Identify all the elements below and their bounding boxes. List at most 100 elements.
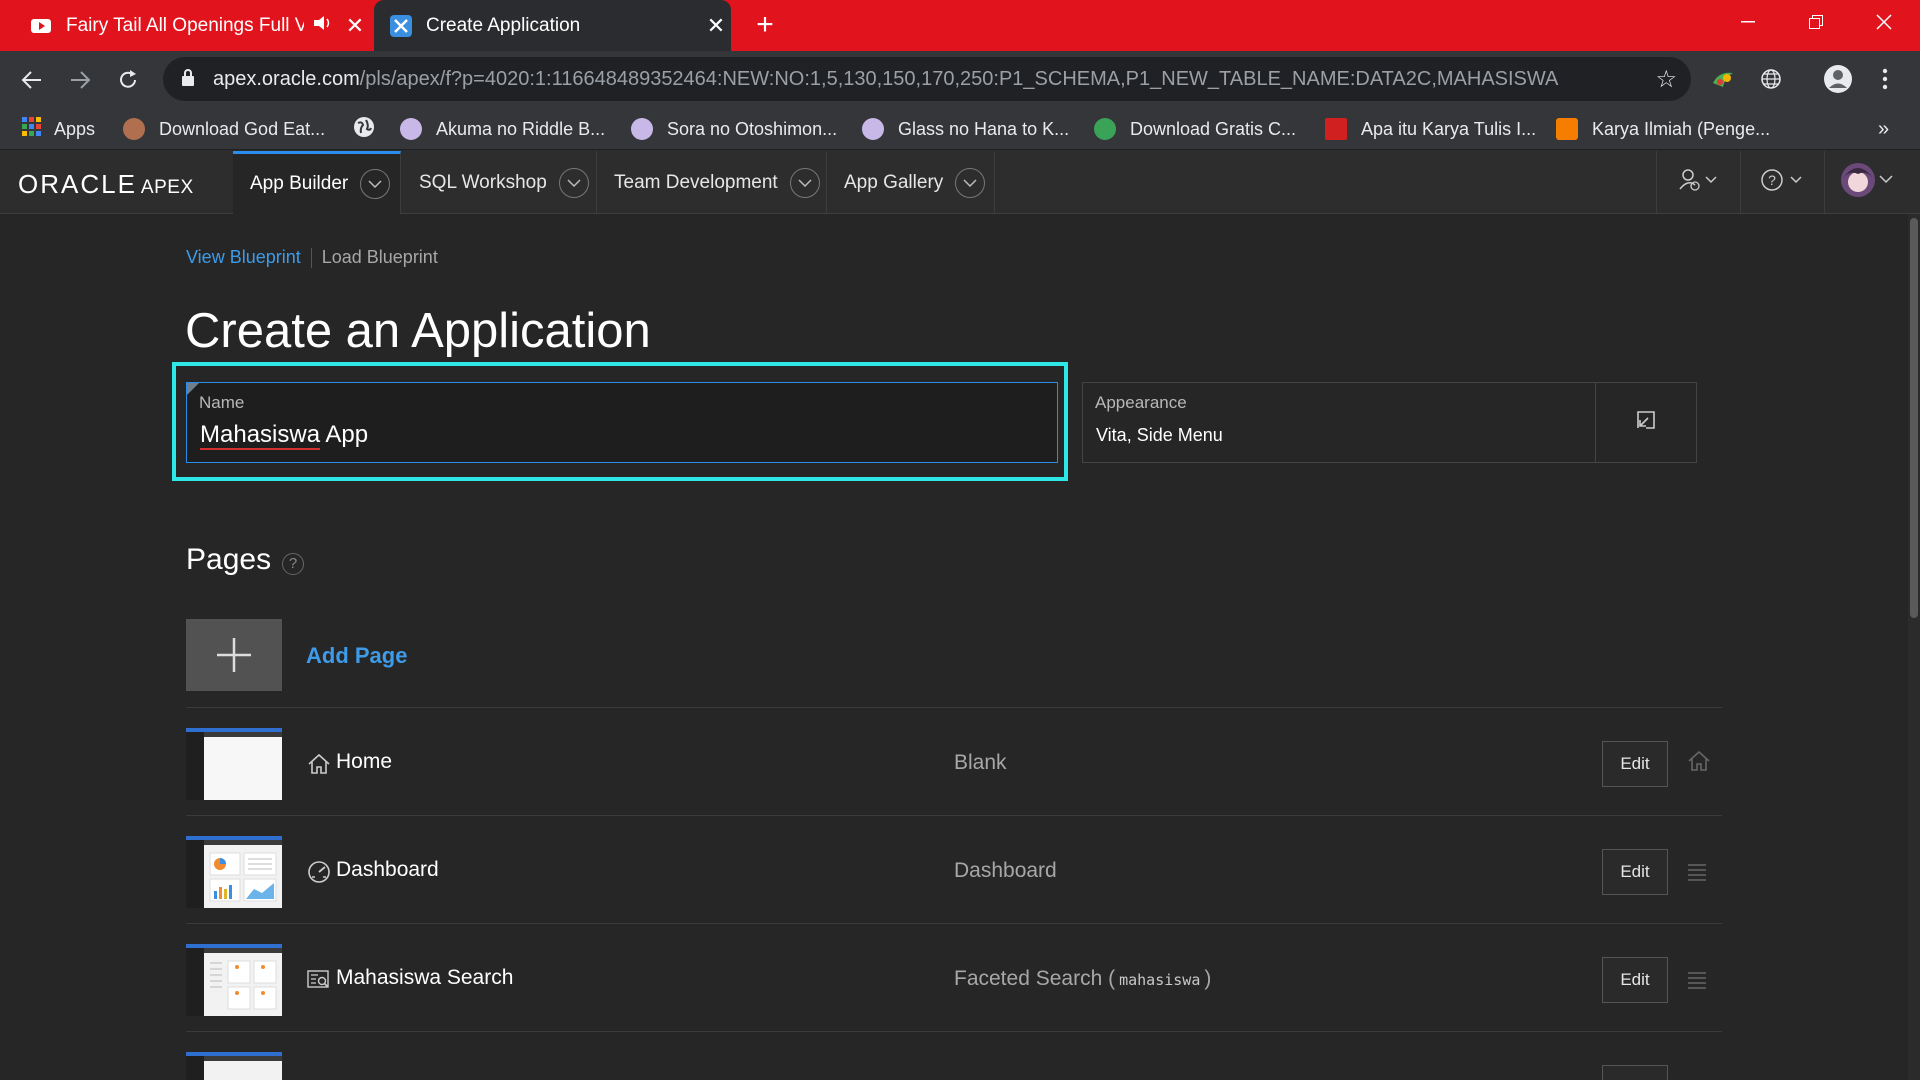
chevron-down-icon[interactable] [558, 167, 589, 198]
site-favicon-icon [123, 118, 145, 140]
bookmark-item[interactable]: Karya Ilmiah (Penge... [1556, 116, 1770, 142]
tab-team-development[interactable]: Team Development [597, 151, 827, 214]
close-tab-icon[interactable]: ✕ [340, 13, 370, 39]
site-favicon-icon [1325, 118, 1347, 140]
open-dialog-icon [1634, 408, 1658, 437]
page-name: Mahasiswa Search [336, 966, 514, 989]
app-name-field[interactable]: Name Mahasiswa App [186, 382, 1058, 463]
view-blueprint-link[interactable]: View Blueprint [186, 247, 301, 267]
bookmarks-bar: Apps Download God Eat... Akuma no Riddle… [0, 108, 1920, 150]
edit-page-button[interactable]: Edit [1602, 741, 1668, 787]
url-text: apex.oracle.com/pls/apex/f?p=4020:1:1166… [213, 68, 1559, 90]
globe-icon[interactable] [1755, 63, 1787, 95]
close-window-icon[interactable] [1850, 0, 1918, 44]
site-favicon-icon [400, 118, 422, 140]
browser-tab-create-application[interactable]: Create Application ✕ [374, 0, 731, 51]
appearance-field[interactable]: Appearance Vita, Side Menu [1082, 382, 1596, 463]
address-bar[interactable]: apex.oracle.com/pls/apex/f?p=4020:1:1166… [163, 57, 1691, 101]
help-menu-button[interactable]: ? [1740, 151, 1824, 214]
page-title: Create an Application [185, 304, 651, 358]
restore-icon[interactable] [1782, 0, 1850, 44]
chevron-down-icon[interactable] [360, 169, 391, 199]
site-favicon-icon [862, 118, 884, 140]
bookmark-item[interactable]: Download Gratis C... [1094, 116, 1296, 142]
faceted-search-thumbnail [186, 944, 282, 1016]
more-bookmarks-chevron[interactable]: » [1878, 116, 1889, 142]
new-tab-button[interactable]: + [748, 8, 782, 42]
blueprint-links: View Blueprint Load Blueprint [186, 247, 438, 269]
page-type: Dashboard [954, 859, 1057, 882]
bookmark-item[interactable]: Glass no Hana to K... [862, 116, 1069, 142]
scrollbar-thumb[interactable] [1910, 218, 1918, 618]
bookmark-star-icon[interactable]: ☆ [1655, 65, 1677, 94]
name-label: Name [199, 393, 245, 412]
plus-icon [217, 638, 251, 672]
bookmark-item[interactable]: Akuma no Riddle B... [400, 116, 605, 142]
apex-icon [390, 14, 412, 37]
page-row [186, 1031, 1722, 1080]
dashboard-thumbnail [186, 836, 282, 908]
edit-page-button[interactable] [1602, 1065, 1668, 1080]
page-name: Home [336, 750, 393, 773]
reload-icon[interactable] [110, 62, 146, 98]
drag-handle-icon[interactable] [1686, 856, 1712, 886]
speaker-icon[interactable] [312, 14, 332, 38]
forward-arrow-icon[interactable] [62, 62, 98, 98]
help-icon[interactable]: ? [282, 553, 304, 575]
page-type: Blank [954, 751, 1007, 774]
scrollbar[interactable] [1908, 214, 1920, 1080]
pages-heading: Pages [186, 543, 272, 576]
home-page-icon [1686, 748, 1712, 778]
page-row: Dashboard Dashboard Edit [186, 815, 1722, 923]
site-favicon-icon [631, 118, 653, 140]
profile-avatar-icon[interactable] [1822, 63, 1854, 95]
table-name: mahasiswa [1119, 971, 1201, 989]
blank-page-thumbnail [186, 728, 282, 800]
appearance-edit-button[interactable] [1595, 382, 1697, 463]
browser-tab-youtube[interactable]: Fairy Tail All Openings Full Version ✕ [0, 0, 370, 51]
dashboard-gauge-icon [306, 859, 332, 885]
page-row: Mahasiswa Search Faceted Search (mahasis… [186, 923, 1722, 1031]
chevron-down-icon[interactable] [955, 167, 986, 198]
bookmark-item[interactable]: Download God Eat... [123, 116, 325, 142]
page-thumbnail [186, 1052, 282, 1080]
add-page-button[interactable] [186, 619, 282, 691]
back-arrow-icon[interactable] [14, 62, 50, 98]
lock-icon [181, 69, 195, 87]
load-blueprint-link[interactable]: Load Blueprint [322, 247, 438, 267]
chevron-down-icon[interactable] [789, 167, 820, 198]
apex-header: ORACLE APEX App Builder SQL Workshop Team… [0, 151, 1920, 214]
appearance-label: Appearance [1095, 393, 1187, 412]
bookmark-item[interactable]: Apa itu Karya Tulis I... [1325, 116, 1536, 142]
blogger-icon [1556, 118, 1578, 140]
site-favicon-icon [1094, 118, 1116, 140]
tab-app-gallery[interactable]: App Gallery [827, 151, 995, 214]
user-avatar-menu[interactable] [1824, 151, 1908, 214]
tab-title: Fairy Tail All Openings Full Version [66, 14, 304, 36]
tab-app-builder[interactable]: App Builder [233, 151, 401, 214]
bookmark-item[interactable] [353, 116, 375, 142]
user-settings-icon [1678, 167, 1720, 198]
admin-user-menu-button[interactable] [1656, 151, 1740, 214]
home-icon [306, 751, 332, 777]
bookmark-apps[interactable]: Apps [22, 116, 95, 142]
globe-icon [353, 116, 375, 143]
tab-sql-workshop[interactable]: SQL Workshop [402, 151, 597, 214]
divider [310, 248, 312, 269]
drag-handle-icon[interactable] [1686, 964, 1712, 994]
page-name: Dashboard [336, 858, 439, 881]
browser-toolbar: apex.oracle.com/pls/apex/f?p=4020:1:1166… [0, 51, 1920, 108]
browser-tabstrip: Fairy Tail All Openings Full Version ✕ C… [0, 0, 1920, 51]
apps-grid-icon [22, 116, 42, 142]
more-menu-icon[interactable] [1869, 63, 1901, 95]
edit-page-button[interactable]: Edit [1602, 957, 1668, 1003]
edit-page-button[interactable]: Edit [1602, 849, 1668, 895]
extension-icon[interactable] [1707, 63, 1739, 95]
minimize-icon[interactable] [1714, 0, 1782, 44]
close-tab-icon[interactable]: ✕ [701, 13, 731, 39]
name-input-value[interactable]: Mahasiswa App [200, 421, 368, 450]
add-page-link[interactable]: Add Page [306, 643, 407, 669]
bookmark-item[interactable]: Sora no Otoshimon... [631, 116, 837, 142]
oracle-apex-logo[interactable]: ORACLE APEX [18, 169, 194, 200]
appearance-value: Vita, Side Menu [1096, 425, 1223, 445]
